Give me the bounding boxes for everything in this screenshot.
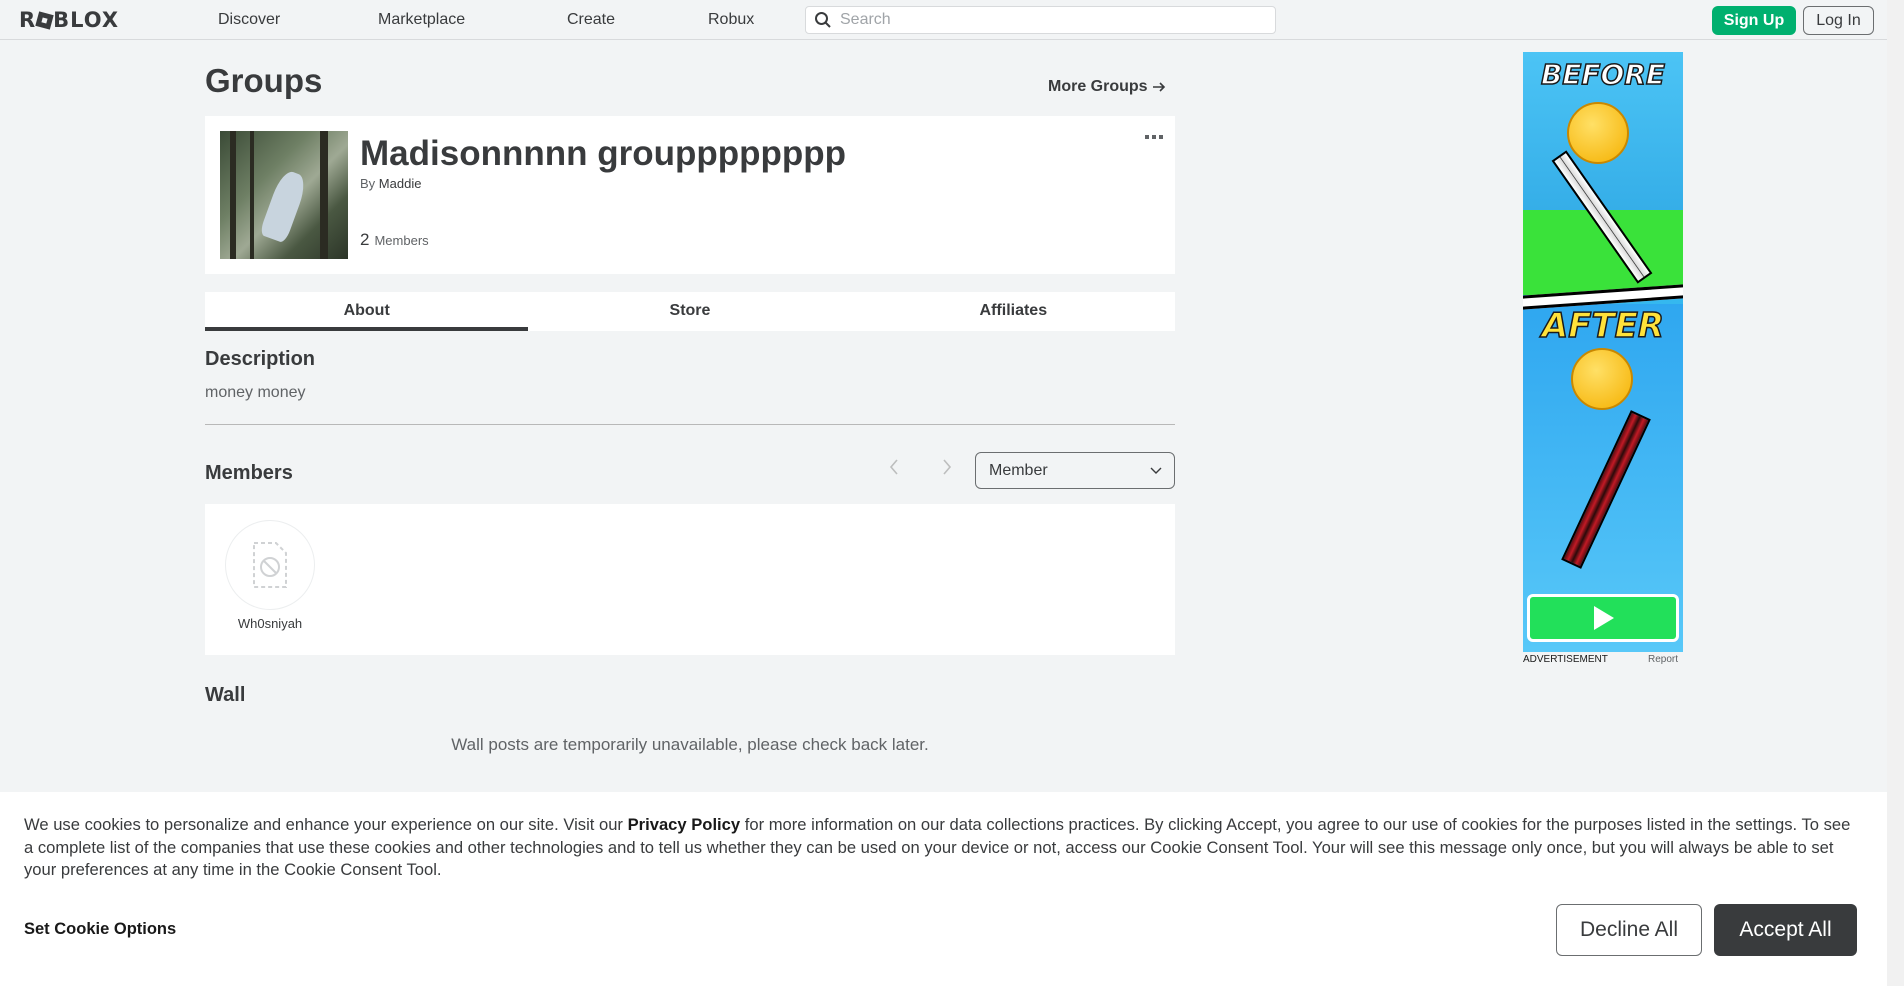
set-cookie-options-link[interactable]: Set Cookie Options xyxy=(24,920,176,939)
members-list: Wh0sniyah xyxy=(205,504,1175,655)
by-label: By xyxy=(360,176,376,191)
chevron-right-icon[interactable] xyxy=(941,458,953,482)
description-text: money money xyxy=(205,384,306,401)
cookie-text-part-1: We use cookies to personalize and enhanc… xyxy=(24,815,628,834)
search-bar[interactable] xyxy=(805,6,1276,34)
more-groups-label: More Groups xyxy=(1048,78,1148,95)
arrow-right-icon xyxy=(1152,82,1165,92)
advertisement-label: ADVERTISEMENT xyxy=(1523,654,1608,665)
ad-after-text: AFTER xyxy=(1541,305,1665,347)
group-name: Madisonnnnn groupppppppp xyxy=(360,134,846,173)
group-emblem-image xyxy=(220,131,348,259)
member-count-number: 2 xyxy=(360,230,370,249)
logo-o-square-icon xyxy=(35,10,54,30)
group-tabs: About Store Affiliates xyxy=(205,292,1175,331)
page-title: Groups xyxy=(205,62,323,99)
wall-heading: Wall xyxy=(205,684,246,706)
ad-before-text: BEFORE xyxy=(1540,57,1666,92)
nav-robux[interactable]: Robux xyxy=(708,11,754,29)
member-count: 2 Members xyxy=(360,230,429,250)
accept-all-button[interactable]: Accept All xyxy=(1714,904,1857,956)
description-heading: Description xyxy=(205,348,316,370)
page-scrollbar[interactable] xyxy=(1887,0,1904,986)
privacy-policy-link[interactable]: Privacy Policy xyxy=(628,815,741,834)
tab-affiliates[interactable]: Affiliates xyxy=(852,292,1175,331)
member-count-label: Members xyxy=(374,233,429,248)
tab-store[interactable]: Store xyxy=(528,292,851,331)
chevron-left-icon[interactable] xyxy=(888,458,900,482)
play-icon xyxy=(1594,606,1614,630)
wall-unavailable-message: Wall posts are temporarily unavailable, … xyxy=(451,735,929,754)
member-avatar[interactable] xyxy=(225,520,315,610)
nav-create[interactable]: Create xyxy=(567,11,615,29)
top-navigation-bar: R BLOX Discover Marketplace Create Robux … xyxy=(0,0,1887,40)
nav-discover[interactable]: Discover xyxy=(218,11,280,29)
role-dropdown[interactable]: Member xyxy=(975,452,1175,489)
sign-up-button[interactable]: Sign Up xyxy=(1712,6,1796,35)
group-owner: By Maddie xyxy=(360,176,421,191)
cookie-message: We use cookies to personalize and enhanc… xyxy=(24,814,1854,882)
member-name[interactable]: Wh0sniyah xyxy=(225,616,315,631)
search-input[interactable] xyxy=(840,11,1260,29)
log-in-button[interactable]: Log In xyxy=(1803,6,1874,35)
chevron-down-icon xyxy=(1150,467,1162,474)
cookie-consent-banner: We use cookies to personalize and enhanc… xyxy=(0,792,1887,986)
play-button[interactable] xyxy=(1527,594,1679,642)
advertisement-banner[interactable]: BEFORE AFTER xyxy=(1523,52,1683,652)
section-divider xyxy=(205,424,1175,425)
sunglasses-face-icon xyxy=(1571,348,1633,410)
members-heading: Members xyxy=(205,462,293,484)
more-groups-link[interactable]: More Groups xyxy=(1048,78,1166,96)
search-icon xyxy=(815,12,831,28)
decline-all-button[interactable]: Decline All xyxy=(1556,904,1702,956)
tab-about[interactable]: About xyxy=(205,292,529,331)
role-dropdown-value: Member xyxy=(989,461,1048,479)
more-dots-icon[interactable] xyxy=(1145,132,1163,141)
group-header-card: Madisonnnnn groupppppppp By Maddie 2 Mem… xyxy=(205,116,1175,274)
roblox-logo[interactable]: R BLOX xyxy=(19,8,119,32)
sad-face-icon xyxy=(1567,102,1629,164)
owner-link[interactable]: Maddie xyxy=(379,176,422,191)
blocked-avatar-icon xyxy=(253,542,287,588)
ad-report-link[interactable]: Report xyxy=(1648,654,1678,665)
nav-marketplace[interactable]: Marketplace xyxy=(378,11,465,29)
